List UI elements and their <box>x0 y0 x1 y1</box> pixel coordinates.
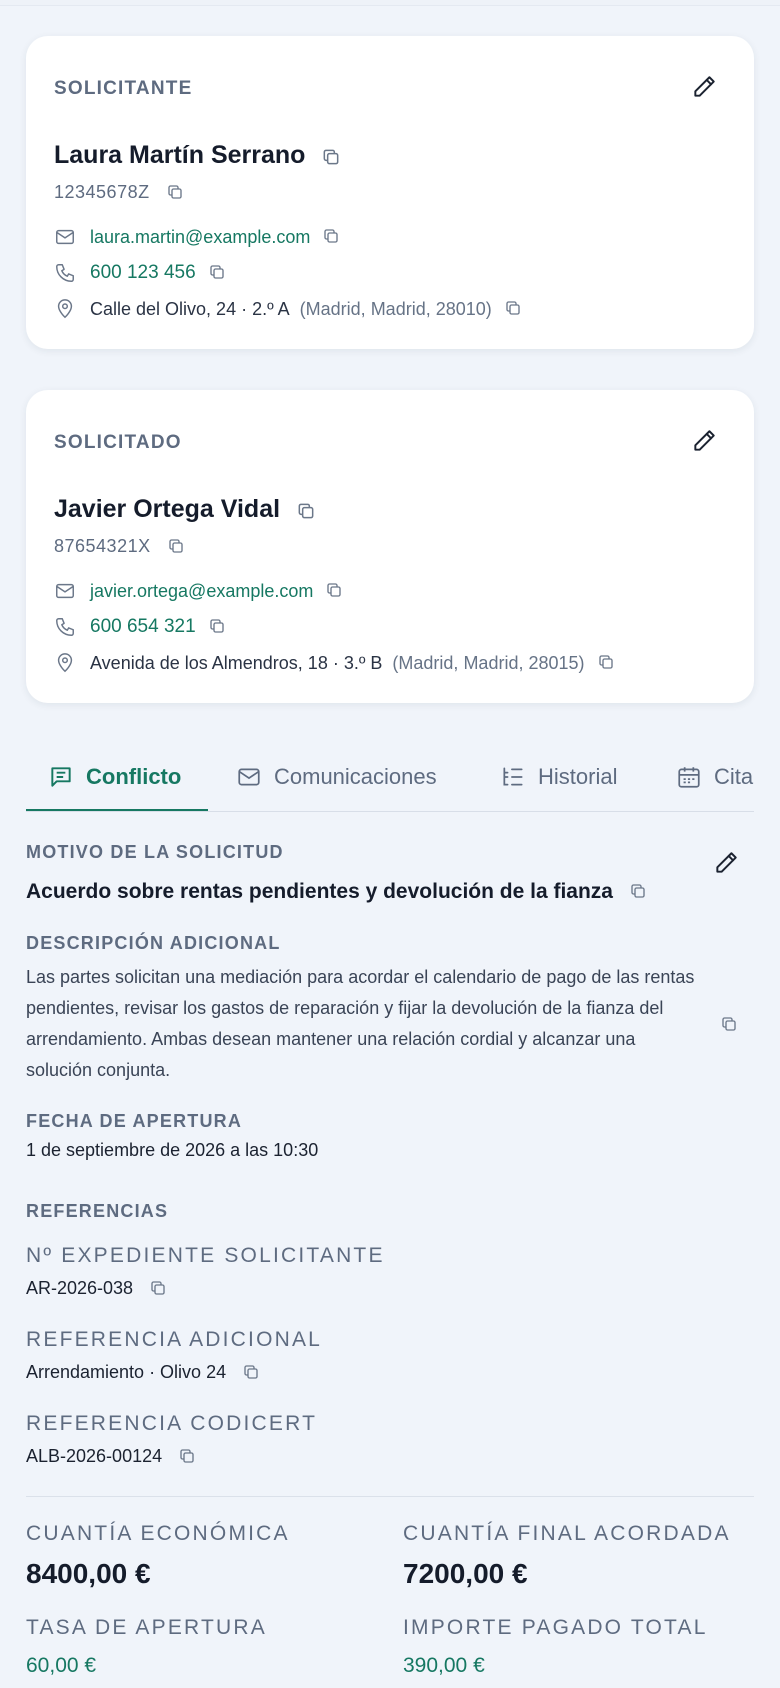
copy-icon[interactable] <box>178 1447 198 1467</box>
message-square-icon <box>48 764 74 790</box>
applicant-name: Laura Martín Serrano <box>54 141 341 170</box>
tab-bar: Conflicto Comunicaciones Historial Cita <box>26 742 754 812</box>
respondent-address-extra: (Madrid, Madrid, 28015) <box>392 652 585 673</box>
calendar-icon <box>676 764 702 790</box>
respondent-email-row: javier.ortega@example.com <box>54 579 345 603</box>
respondent-name: Javier Ortega Vidal <box>54 495 316 524</box>
phone-icon <box>54 616 76 638</box>
copy-icon[interactable] <box>597 653 617 673</box>
total-paid-label: IMPORTE PAGADO TOTAL <box>403 1616 708 1639</box>
copy-icon[interactable] <box>504 299 524 319</box>
respondent-email-link[interactable]: javier.ortega@example.com <box>90 581 313 602</box>
mail-icon <box>54 580 76 602</box>
edit-respondent-button[interactable] <box>684 421 724 461</box>
copy-icon[interactable] <box>242 1363 262 1383</box>
applicant-email-row: laura.martin@example.com <box>54 225 342 249</box>
phone-icon <box>54 262 76 284</box>
applicant-address: Calle del Olivo, 24 · 2.º A <box>90 298 290 319</box>
codicert-label: REFERENCIA CODICERT <box>26 1412 318 1435</box>
economic-amount-value: 8400,00 € <box>26 1558 151 1589</box>
applicant-address-row: Calle del Olivo, 24 · 2.º A (Madrid, Mad… <box>54 297 524 321</box>
tab-cita[interactable]: Cita <box>676 742 753 811</box>
copy-icon[interactable] <box>629 882 649 902</box>
map-pin-icon <box>54 652 76 674</box>
map-pin-icon <box>54 298 76 320</box>
opening-date-label: FECHA DE APERTURA <box>26 1111 243 1131</box>
applicant-address-extra: (Madrid, Madrid, 28010) <box>299 298 492 319</box>
codicert-value: ALB-2026-00124 <box>26 1446 198 1467</box>
respondent-phone-row: 600 654 321 <box>54 615 228 639</box>
copy-icon[interactable] <box>296 500 316 520</box>
mail-icon <box>54 226 76 248</box>
copy-icon[interactable] <box>166 183 186 203</box>
respondent-phone-link[interactable]: 600 654 321 <box>90 616 196 638</box>
copy-icon[interactable] <box>321 146 341 166</box>
description-label: DESCRIPCIÓN ADICIONAL <box>26 933 281 953</box>
copy-icon[interactable] <box>325 581 345 601</box>
pencil-icon <box>716 852 737 873</box>
copy-icon[interactable] <box>208 263 228 283</box>
pencil-icon <box>694 430 715 451</box>
additional-ref-value: Arrendamiento · Olivo 24 <box>26 1362 262 1383</box>
respondent-id: 87654321X <box>54 536 187 557</box>
tab-historial[interactable]: Historial <box>500 742 617 811</box>
respondent-address-row: Avenida de los Almendros, 18 · 3.º B (Ma… <box>54 651 617 675</box>
mail-icon <box>236 764 262 790</box>
tab-comunicaciones[interactable]: Comunicaciones <box>236 742 437 811</box>
pencil-icon <box>694 76 715 97</box>
reason-value: Acuerdo sobre rentas pendientes y devolu… <box>26 880 649 904</box>
total-paid-value: 390,00 € <box>403 1654 485 1677</box>
scroll-edge <box>0 0 780 6</box>
reason-label: MOTIVO DE LA SOLICITUD <box>26 842 284 862</box>
copy-icon[interactable] <box>322 227 342 247</box>
applicant-phone-row: 600 123 456 <box>54 261 228 285</box>
description-text: Las partes solicitan una mediación para … <box>26 967 695 1080</box>
references-label: REFERENCIAS <box>26 1201 169 1221</box>
copy-icon[interactable] <box>167 537 187 557</box>
active-tab-indicator <box>26 809 208 811</box>
edit-applicant-button[interactable] <box>684 67 724 107</box>
final-amount-value: 7200,00 € <box>403 1558 528 1589</box>
file-number-value: AR-2026-038 <box>26 1278 169 1299</box>
file-number-label: Nº EXPEDIENTE SOLICITANTE <box>26 1244 385 1267</box>
copy-icon[interactable] <box>208 617 228 637</box>
copy-icon[interactable] <box>720 1015 740 1035</box>
edit-conflict-button[interactable] <box>706 843 746 883</box>
respondent-card: SOLICITADO Javier Ortega Vidal 87654321X… <box>26 390 754 703</box>
respondent-address: Avenida de los Almendros, 18 · 3.º B <box>90 652 383 673</box>
applicant-id: 12345678Z <box>54 182 186 203</box>
applicant-phone-link[interactable]: 600 123 456 <box>90 262 196 284</box>
economic-amount-label: CUANTÍA ECONÓMICA <box>26 1522 290 1545</box>
additional-ref-label: REFERENCIA ADICIONAL <box>26 1328 323 1351</box>
tab-conflicto[interactable]: Conflicto <box>48 742 181 811</box>
respondent-label: SOLICITADO <box>54 432 182 453</box>
final-amount-label: CUANTÍA FINAL ACORDADA <box>403 1522 731 1545</box>
opening-date-value: 1 de septiembre de 2026 a las 10:30 <box>26 1140 319 1160</box>
opening-fee-value: 60,00 € <box>26 1654 97 1677</box>
opening-fee-label: TASA DE APERTURA <box>26 1616 267 1639</box>
copy-icon[interactable] <box>149 1279 169 1299</box>
applicant-label: SOLICITANTE <box>54 78 193 99</box>
section-divider <box>26 1496 754 1497</box>
applicant-email-link[interactable]: laura.martin@example.com <box>90 227 310 248</box>
list-tree-icon <box>500 764 526 790</box>
applicant-card: SOLICITANTE Laura Martín Serrano 1234567… <box>26 36 754 349</box>
